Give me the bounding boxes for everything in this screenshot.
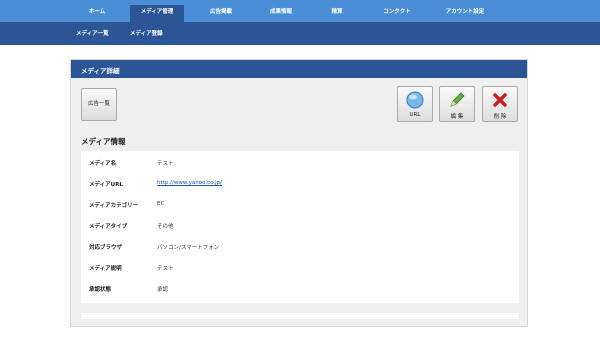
panel-title: メディア詳細	[81, 67, 120, 75]
field-value: パソコン/スマートフォン	[157, 245, 220, 251]
delete-button[interactable]: 削 除	[482, 86, 518, 122]
subnav-media-register[interactable]: メディア登録	[130, 29, 163, 37]
tab-contact[interactable]: コンタクト	[370, 5, 424, 22]
url-label: URL	[409, 112, 421, 118]
field-value: 承認	[157, 287, 169, 293]
tab-media-management[interactable]: メディア管理	[130, 5, 184, 22]
subnav-media-list[interactable]: メディア一覧	[76, 29, 109, 37]
table-row: メディアタイプ その他	[81, 214, 519, 235]
field-label: メディアカテゴリー	[89, 203, 139, 209]
globe-icon	[398, 91, 432, 109]
sub-navigation: メディア一覧 メディア登録	[0, 22, 600, 45]
table-row: メディアカテゴリー EC	[81, 193, 519, 214]
panel-header: メディア詳細	[71, 60, 527, 78]
section-title: メディア情報	[81, 137, 126, 146]
table-row: 承認状態 承認	[81, 277, 519, 298]
tab-ad-placement[interactable]: 広告掲載	[196, 5, 246, 22]
field-label: 承認状態	[89, 287, 112, 293]
edit-label: 編 集	[450, 114, 464, 120]
field-value: その他	[157, 224, 174, 230]
field-label: メディアタイプ	[89, 224, 128, 230]
pencil-icon	[440, 91, 474, 109]
tab-settlement[interactable]: 精算	[314, 5, 360, 22]
field-value: EC	[157, 201, 165, 207]
tab-performance[interactable]: 成果情報	[256, 5, 306, 22]
delete-label: 削 除	[493, 114, 507, 120]
field-label: メディアURL	[89, 182, 123, 188]
top-navigation: ホーム メディア管理 広告掲載 成果情報 精算 コンタクト アカウント設定	[0, 0, 600, 22]
field-label: メディア説明	[89, 266, 122, 272]
table-row: 対応ブラウザ パソコン/スマートフォン	[81, 235, 519, 256]
table-row: メディア名 テスト	[81, 151, 519, 172]
field-value: テスト	[157, 161, 174, 167]
ad-list-button[interactable]: 広告一覧	[81, 88, 117, 121]
footer-bar	[81, 313, 519, 319]
table-row: メディアURL http://www.yahoo.co.jp/	[81, 172, 519, 193]
tab-home[interactable]: ホーム	[72, 5, 122, 22]
url-button[interactable]: URL	[397, 86, 433, 122]
edit-button[interactable]: 編 集	[439, 86, 475, 122]
field-label: 対応ブラウザ	[89, 245, 123, 251]
media-info-table: メディア名 テスト メディアURL http://www.yahoo.co.jp…	[81, 151, 519, 303]
tab-account-settings[interactable]: アカウント設定	[430, 5, 500, 22]
field-value: テスト	[157, 266, 174, 272]
table-row: メディア説明 テスト	[81, 256, 519, 277]
media-detail-panel: メディア詳細 広告一覧 URL 編 集 削 除 メディア情報 メディア名 テスト…	[70, 59, 528, 327]
field-label: メディア名	[89, 161, 117, 167]
close-icon	[483, 91, 517, 109]
media-url-link[interactable]: http://www.yahoo.co.jp/	[157, 180, 222, 186]
